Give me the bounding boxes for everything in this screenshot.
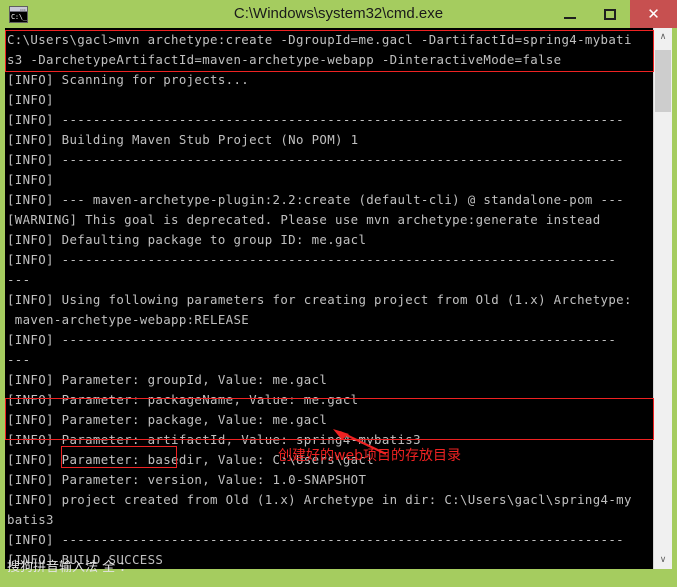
scrollbar-thumb[interactable] — [655, 50, 671, 112]
console-line: [INFO] — [7, 172, 54, 187]
console-line: [INFO] ---------------------------------… — [7, 152, 624, 167]
console-output[interactable]: C:\Users\gacl>mvn archetype:create -Dgro… — [5, 28, 653, 569]
console-line: [INFO] Building Maven Stub Project (No P… — [7, 132, 359, 147]
ime-status-bar: 搜狗拼音输入法 全 ： — [7, 560, 133, 575]
console-line: [INFO] — [7, 92, 54, 107]
minimize-button[interactable] — [550, 0, 590, 28]
cmd-window-icon: ••• C:\_ — [9, 6, 28, 23]
console-line: [INFO] Scanning for projects... — [7, 72, 250, 87]
maximize-button[interactable] — [590, 0, 630, 28]
cmd-window: ••• C:\_ C:\Windows\system32\cmd.exe ✕ C… — [0, 0, 677, 587]
console-line: [INFO] Parameter: version, Value: 1.0-SN… — [7, 472, 367, 487]
console-line: [INFO] ---------------------------------… — [7, 112, 624, 127]
console-line: [INFO] --- maven-archetype-plugin:2.2:cr… — [7, 192, 624, 207]
console-line: [INFO] Using following parameters for cr… — [7, 292, 632, 307]
close-icon: ✕ — [647, 4, 660, 23]
close-button[interactable]: ✕ — [630, 0, 677, 28]
console-line: [WARNING] This goal is deprecated. Pleas… — [7, 212, 601, 227]
console-line: [INFO] ---------------------------------… — [7, 252, 617, 267]
console-line: batis3 — [7, 512, 54, 527]
console-line: [INFO] Parameter: groupId, Value: me.gac… — [7, 372, 328, 387]
icon-prompt-label: C:\_ — [10, 12, 27, 22]
console-line: [INFO] Parameter: basedir, Value: C:\Use… — [7, 452, 375, 467]
title-bar[interactable]: ••• C:\_ C:\Windows\system32\cmd.exe ✕ — [0, 0, 677, 28]
minimize-icon — [564, 16, 576, 19]
console-scrollbar[interactable]: ∧ ∨ — [653, 28, 672, 569]
console-frame: C:\Users\gacl>mvn archetype:create -Dgro… — [5, 28, 672, 569]
console-line: [INFO] project created from Old (1.x) Ar… — [7, 492, 632, 507]
maximize-icon — [604, 8, 616, 20]
console-line: [INFO] Parameter: packageName, Value: me… — [7, 392, 359, 407]
console-line: s3 -DarchetypeArtifactId=maven-archetype… — [7, 52, 562, 67]
console-line: [INFO] Defaulting package to group ID: m… — [7, 232, 367, 247]
icon-dots: ••• — [20, 7, 26, 12]
console-line: maven-archetype-webapp:RELEASE — [7, 312, 250, 327]
console-line: [INFO] Parameter: package, Value: me.gac… — [7, 412, 328, 427]
window-controls: ✕ — [550, 0, 677, 28]
scroll-up-arrow-icon[interactable]: ∧ — [654, 28, 672, 46]
console-line: [INFO] ---------------------------------… — [7, 532, 624, 547]
console-line: [INFO] Parameter: artifactId, Value: spr… — [7, 432, 421, 447]
console-line: [INFO] ---------------------------------… — [7, 332, 617, 347]
console-line: C:\Users\gacl>mvn archetype:create -Dgro… — [7, 32, 632, 47]
scroll-down-arrow-icon[interactable]: ∨ — [654, 551, 672, 569]
console-line: --- — [7, 272, 31, 287]
console-line: --- — [7, 352, 31, 367]
